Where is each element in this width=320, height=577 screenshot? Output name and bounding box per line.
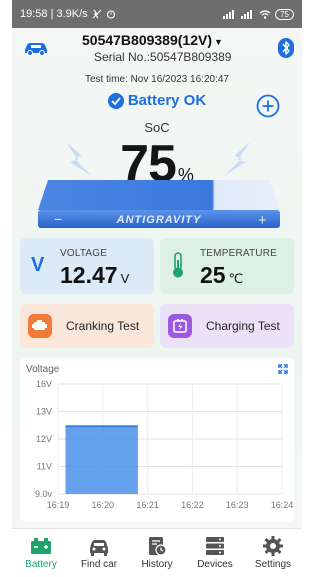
phone-screen: 19:58 | 3.9K/s 75 50547B809389(12V) ▼ Ser… <box>0 0 320 577</box>
nav-label: Devices <box>197 559 233 570</box>
status-left: 19:58 | 3.9K/s <box>20 8 116 20</box>
battery-icon <box>31 538 51 554</box>
temperature-label: TEMPERATURE <box>200 248 278 259</box>
voltage-value-row: 12.47 V <box>60 262 129 289</box>
serial-number: Serial No.:50547B809389 <box>94 50 232 64</box>
x-tick-label: 16:21 <box>136 500 159 510</box>
battery-graphic: − ANTIGRAVITY + <box>38 180 280 229</box>
nav-battery[interactable]: Battery <box>12 529 70 577</box>
battery-status-text: Battery OK <box>127 92 207 109</box>
car-icon <box>90 540 108 556</box>
test-time: Test time: Nov 16/2023 16:20:47 <box>85 74 229 85</box>
voltage-card: V VOLTAGE 12.47 V <box>20 238 154 294</box>
cranking-test-label: Cranking Test <box>66 319 140 333</box>
charging-test-label: Charging Test <box>206 319 280 333</box>
y-tick-label: 9.0v <box>35 489 53 499</box>
device-selector[interactable]: 50547B809389(12V) ▼ <box>82 32 223 48</box>
signal-2-icon <box>241 9 253 19</box>
status-time: 19:58 | 3.9K/s <box>20 8 88 20</box>
voltage-area <box>65 426 138 494</box>
nav-label: Battery <box>25 559 57 570</box>
brand-logo: ANTIGRAVITY <box>116 214 202 226</box>
alarm-icon <box>106 10 115 19</box>
voltage-label: VOLTAGE <box>60 248 108 259</box>
device-header: 50547B809389(12V) ▼ Serial No.:50547B8093… <box>12 28 302 68</box>
system-status-bar: 19:58 | 3.9K/s 75 <box>12 0 302 28</box>
expand-icon[interactable] <box>278 364 288 374</box>
bottom-nav: Battery Find car History Devices Setting… <box>12 528 302 577</box>
temperature-value: 25 <box>200 262 226 288</box>
device-name: 50547B809389(12V) <box>82 32 212 48</box>
nav-label: Settings <box>254 559 292 570</box>
signal-icon <box>223 9 235 19</box>
add-icon[interactable] <box>256 94 280 118</box>
voltage-chart-card: 16V 13V 12V 11V 9.0v 16:19 16:20 16:21 16:22 16:2… <box>20 358 294 522</box>
cranking-test-button[interactable]: Cranking Test <box>20 304 154 348</box>
svg-text:+: + <box>258 212 267 229</box>
svg-text:−: − <box>54 211 62 227</box>
voltage-unit: V <box>120 271 130 286</box>
voltage-value: 12.47 <box>60 262 118 288</box>
wifi-icon <box>259 9 271 19</box>
y-tick-label: 16V <box>36 379 52 389</box>
status-battery: 75 <box>275 8 294 20</box>
y-tick-label: 13V <box>36 407 52 417</box>
x-tick-label: 16:19 <box>47 500 70 510</box>
x-tick-label: 16:24 <box>271 500 294 510</box>
nav-history[interactable]: History <box>128 529 186 577</box>
x-tick-label: 16:22 <box>181 500 204 510</box>
temperature-value-row: 25 ℃ <box>200 262 243 289</box>
charging-icon <box>168 314 192 338</box>
nav-label: Find car <box>80 559 118 570</box>
thermometer-icon <box>173 252 183 278</box>
history-icon <box>149 537 167 556</box>
status-right: 75 <box>223 8 294 20</box>
soc-label: SoC <box>144 120 170 135</box>
temperature-card: TEMPERATURE 25 ℃ <box>160 238 294 294</box>
x-tick-label: 16:23 <box>226 500 249 510</box>
bluetooth-icon[interactable] <box>278 38 294 58</box>
y-tick-label: 11V <box>37 462 52 472</box>
car-icon[interactable] <box>22 37 50 57</box>
voltage-icon: V <box>31 254 45 276</box>
app-screen: 50547B809389(12V) ▼ Serial No.:50547B8093… <box>12 28 302 577</box>
data-off-icon <box>92 9 102 19</box>
temperature-unit: ℃ <box>228 271 244 286</box>
chevron-down-icon: ▼ <box>214 37 223 47</box>
nav-devices[interactable]: Devices <box>186 529 244 577</box>
x-tick-label: 16:20 <box>92 500 115 510</box>
nav-label: History <box>141 559 173 570</box>
chart-title: Voltage <box>26 364 60 375</box>
nav-settings[interactable]: Settings <box>244 529 302 577</box>
y-tick-label: 12V <box>36 434 52 444</box>
voltage-chart: 16V 13V 12V 11V 9.0v16:19 16:20 16:21 16:22 16:2… <box>35 379 294 510</box>
settings-icon <box>263 536 283 556</box>
charging-test-button[interactable]: Charging Test <box>160 304 294 348</box>
check-circle-icon <box>107 92 124 109</box>
nav-find-car[interactable]: Find car <box>70 529 128 577</box>
devices-icon <box>206 537 224 555</box>
engine-icon <box>28 314 52 338</box>
